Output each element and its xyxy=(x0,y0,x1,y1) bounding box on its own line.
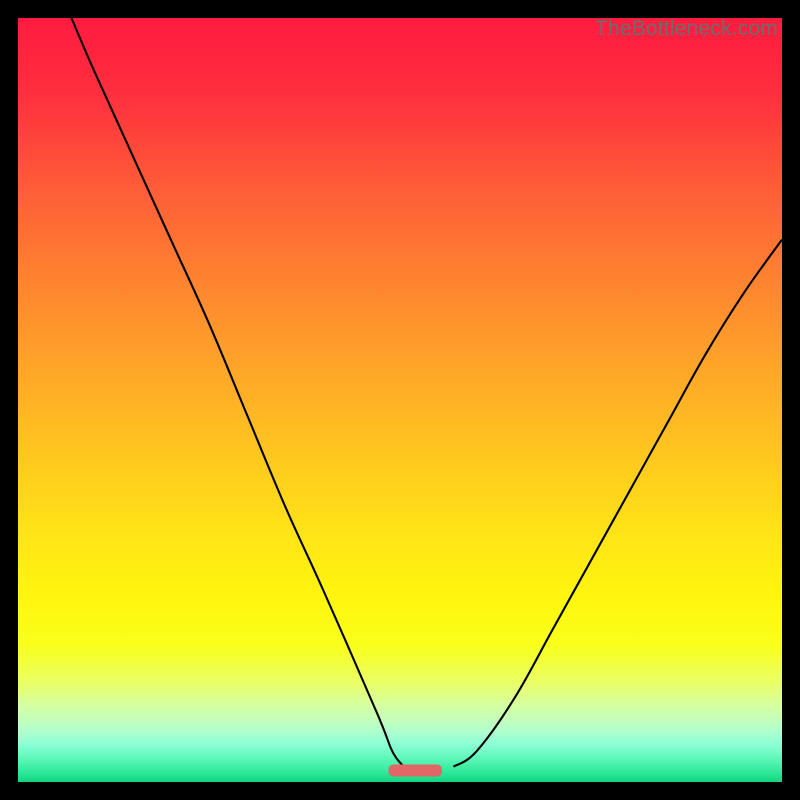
plot-area xyxy=(18,18,782,782)
bottleneck-curves xyxy=(18,18,782,782)
optimum-marker xyxy=(389,765,443,777)
chart-frame: TheBottleneck.com xyxy=(0,0,800,800)
curve-left xyxy=(71,18,403,767)
watermark-text: TheBottleneck.com xyxy=(595,17,778,41)
curve-right xyxy=(453,240,782,767)
optimum-marker-layer xyxy=(18,18,782,782)
